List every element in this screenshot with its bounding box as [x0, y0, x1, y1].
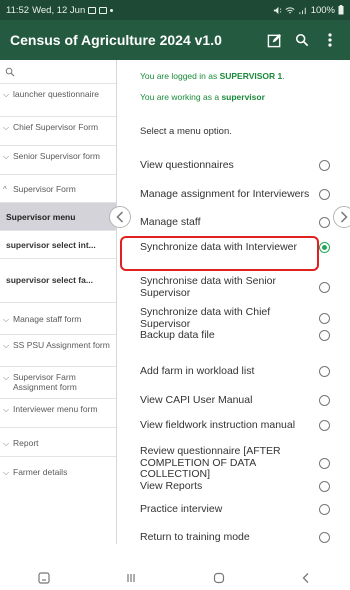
- status-date: Wed, 12 Jun: [32, 4, 86, 16]
- sidebar-item-label: supervisor select int...: [6, 240, 96, 250]
- login-user: SUPERVISOR 1: [219, 71, 283, 81]
- option-sync-chief-supervisor[interactable]: Synchronize data with Chief Supervisor: [140, 306, 330, 330]
- radio-button[interactable]: [319, 481, 330, 493]
- radio-button[interactable]: [319, 160, 330, 172]
- chevron-down-icon: ⌵: [3, 123, 10, 132]
- option-view-fieldwork-manual[interactable]: View fieldwork instruction manual: [140, 419, 330, 432]
- sidebar-item-supervisor-select-interviewer[interactable]: supervisor select int...: [0, 231, 116, 259]
- chevron-down-icon: ⌵: [3, 90, 10, 99]
- chevron-down-icon: ⌵: [3, 152, 10, 161]
- sidebar-item-label: Senior Supervisor form: [13, 151, 100, 161]
- system-nav-bar: [0, 566, 350, 590]
- radio-button[interactable]: [319, 532, 330, 544]
- radio-button[interactable]: [319, 189, 330, 201]
- sidebar-item-label: SS PSU Assignment form: [13, 340, 110, 350]
- battery-icon: [338, 5, 344, 15]
- option-sync-senior-supervisor[interactable]: Synchronise data with Senior Supervisor: [140, 275, 330, 299]
- radio-button[interactable]: [319, 282, 330, 293]
- radio-button[interactable]: [319, 420, 330, 432]
- option-manage-staff[interactable]: Manage staff: [140, 216, 330, 229]
- sidebar-item-label: Supervisor Form: [13, 184, 76, 194]
- sidebar-item-label: Chief Supervisor Form: [13, 122, 99, 132]
- option-add-farm[interactable]: Add farm in workload list: [140, 365, 330, 378]
- signal-icon: [299, 7, 306, 14]
- sidebar-item-supervisor-form[interactable]: ^ Supervisor Form: [0, 175, 116, 203]
- battery-percent: 100%: [310, 4, 335, 16]
- sidebar-item-label: Interviewer menu form: [13, 404, 98, 414]
- sidebar-item-label: Report: [13, 438, 39, 448]
- option-review-questionnaire[interactable]: Review questionnaire [AFTER COMPLETION O…: [140, 445, 330, 481]
- sidebar-item-ss-psu-assignment-form[interactable]: ⌵ SS PSU Assignment form: [0, 335, 116, 367]
- selection-highlight: [120, 236, 319, 271]
- radio-button[interactable]: [319, 330, 330, 342]
- option-view-capi-manual[interactable]: View CAPI User Manual: [140, 394, 330, 407]
- option-manage-assignment[interactable]: Manage assignment for Interviewers: [140, 188, 330, 201]
- chevron-down-icon: ⌵: [3, 439, 10, 448]
- menu-content: You are logged in as SUPERVISOR 1. You a…: [118, 60, 350, 544]
- recent-apps-icon[interactable]: [125, 572, 137, 584]
- option-view-questionnaires[interactable]: View questionnaires: [140, 159, 330, 172]
- sidebar-item-supervisor-select-farm[interactable]: supervisor select fa...: [0, 259, 116, 303]
- sidebar-item-launcher-questionnaire[interactable]: ⌵ launcher questionnaire: [0, 84, 116, 117]
- sidebar-item-senior-supervisor-form[interactable]: ⌵ Senior Supervisor form: [0, 146, 116, 175]
- option-backup-data[interactable]: Backup data file: [140, 329, 330, 342]
- option-practice-interview[interactable]: Practice interview: [140, 503, 330, 516]
- chevron-left-icon[interactable]: [109, 206, 131, 228]
- sidebar-item-report[interactable]: ⌵ Report: [0, 428, 116, 457]
- role-name: supervisor: [221, 92, 265, 102]
- chevron-up-icon: ^: [3, 185, 7, 194]
- search-icon[interactable]: [5, 67, 15, 77]
- search-icon[interactable]: [290, 28, 314, 52]
- sidebar-item-supervisor-farm-assignment-form[interactable]: ⌵ Supervisor Farm Assignment form: [0, 367, 116, 399]
- option-return-training[interactable]: Return to training mode: [140, 531, 330, 544]
- radio-button[interactable]: [319, 313, 330, 324]
- sidebar-item-label: Supervisor Farm Assignment form: [13, 372, 77, 392]
- wifi-icon: [285, 6, 295, 13]
- sidebar-item-interviewer-menu-form[interactable]: ⌵ Interviewer menu form: [0, 399, 116, 428]
- notification-icon: [88, 6, 97, 14]
- more-vert-icon[interactable]: [318, 28, 342, 52]
- option-view-reports[interactable]: View Reports: [140, 480, 330, 493]
- chevron-down-icon: ⌵: [3, 405, 10, 414]
- sidebar: ⌵ launcher questionnaire ⌵ Chief Supervi…: [0, 60, 117, 544]
- home-icon[interactable]: [213, 572, 225, 584]
- chevron-right-icon[interactable]: [333, 206, 350, 228]
- radio-button[interactable]: [319, 504, 330, 516]
- sidebar-item-label: launcher questionnaire: [13, 89, 100, 99]
- chevron-down-icon: ⌵: [3, 468, 10, 477]
- sidebar-item-label: supervisor select fa...: [6, 275, 93, 285]
- sidebar-item-chief-supervisor-form[interactable]: ⌵ Chief Supervisor Form: [0, 117, 116, 146]
- status-bar: 11:52 Wed, 12 Jun 100%: [0, 0, 350, 20]
- radio-button[interactable]: [319, 366, 330, 378]
- notification-icon: [99, 6, 108, 14]
- mute-icon: [273, 6, 282, 14]
- chevron-down-icon: ⌵: [3, 373, 10, 382]
- sidebar-search[interactable]: [0, 60, 116, 84]
- radio-button[interactable]: [319, 395, 330, 407]
- radio-button-selected[interactable]: [319, 242, 330, 254]
- chevron-down-icon: ⌵: [3, 341, 10, 350]
- sidebar-item-label: Supervisor menu: [6, 212, 76, 222]
- notification-dot-icon: [110, 8, 114, 12]
- edit-square-icon[interactable]: [262, 28, 286, 52]
- app-title: Census of Agriculture 2024 v1.0: [10, 32, 222, 48]
- sidebar-item-manage-staff-form[interactable]: ⌵ Manage staff form: [0, 303, 116, 335]
- menu-prompt: Select a menu option.: [140, 126, 232, 137]
- sidebar-item-farmer-details[interactable]: ⌵ Farmer details: [0, 457, 116, 486]
- radio-button[interactable]: [319, 457, 330, 469]
- app-bar: Census of Agriculture 2024 v1.0: [0, 20, 350, 60]
- status-time: 11:52: [6, 4, 30, 16]
- working-role: You are working as a supervisor: [140, 92, 265, 102]
- chevron-down-icon: ⌵: [3, 315, 10, 324]
- sidebar-item-label: Farmer details: [13, 467, 68, 477]
- login-status: You are logged in as SUPERVISOR 1.: [140, 71, 285, 81]
- sidebar-item-supervisor-menu[interactable]: Supervisor menu: [0, 203, 116, 231]
- radio-button[interactable]: [319, 217, 330, 229]
- keyboard-toggle-icon[interactable]: [38, 572, 50, 584]
- sidebar-item-label: Manage staff form: [13, 314, 82, 324]
- back-icon[interactable]: [300, 572, 312, 584]
